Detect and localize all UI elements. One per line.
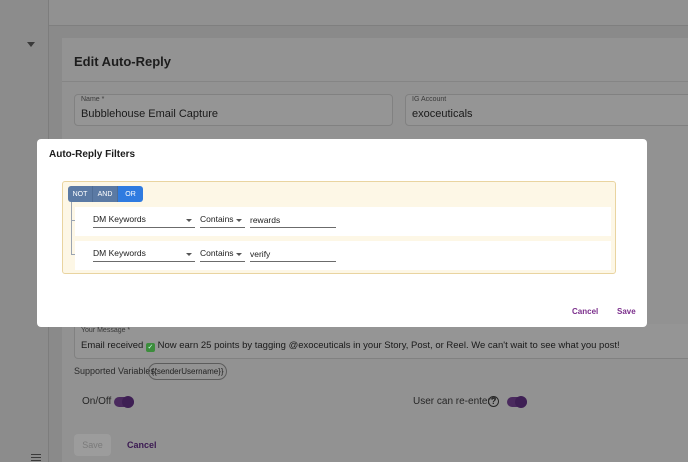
page-title: Edit Auto-Reply	[74, 54, 172, 69]
check-mark-icon: ✓	[145, 343, 155, 352]
rule-field-value: DM Keywords	[93, 214, 146, 224]
top-bar	[49, 0, 688, 26]
chevron-down-icon[interactable]	[27, 42, 35, 47]
save-button[interactable]: Save	[74, 434, 111, 456]
reenter-label: User can re-enter?	[413, 396, 497, 407]
logic-or-button[interactable]: OR	[118, 186, 143, 202]
logic-and-button[interactable]: AND	[93, 186, 118, 202]
rule-field-select[interactable]: DM Keywords	[93, 246, 195, 262]
filter-group: NOT AND OR DM Keywords Contains DM Keywo…	[62, 181, 616, 274]
rule-field-select[interactable]: DM Keywords	[93, 212, 195, 228]
help-icon[interactable]: ?	[488, 396, 499, 407]
on-off-toggle[interactable]	[114, 396, 134, 408]
on-off-label: On/Off	[82, 396, 112, 407]
ig-account-value: exoceuticals	[412, 108, 473, 120]
caret-down-icon	[186, 253, 192, 256]
dialog-save-button[interactable]: Save	[617, 307, 636, 316]
filter-rule-row: DM Keywords Contains	[75, 207, 611, 236]
message-field-label: Your Message *	[81, 327, 131, 334]
filter-rule-row: DM Keywords Contains	[75, 241, 611, 270]
caret-down-icon	[236, 253, 242, 256]
rule-operator-value: Contains	[200, 248, 234, 258]
reenter-toggle[interactable]	[507, 396, 527, 408]
name-field-value: Bubblehouse Email Capture	[81, 108, 218, 120]
name-field-label: Name *	[81, 96, 105, 103]
menu-icon[interactable]	[31, 454, 41, 462]
rule-operator-select[interactable]: Contains	[200, 212, 245, 228]
rule-value-input[interactable]	[250, 246, 336, 262]
cancel-button[interactable]: Cancel	[127, 440, 157, 450]
rule-field-value: DM Keywords	[93, 248, 146, 258]
supported-variables-label: Supported Variables:	[74, 366, 158, 376]
tree-connector	[71, 202, 72, 255]
logic-not-button[interactable]: NOT	[68, 186, 93, 202]
logic-operator-group: NOT AND OR	[68, 186, 143, 202]
caret-down-icon	[186, 219, 192, 222]
variable-chip-sender-username[interactable]: {{senderUsername}}	[148, 363, 227, 380]
dialog-cancel-button[interactable]: Cancel	[572, 307, 598, 316]
auto-reply-filters-dialog: Auto-Reply Filters NOT AND OR DM Keyword…	[37, 139, 647, 327]
rule-operator-value: Contains	[200, 214, 234, 224]
caret-down-icon	[236, 219, 242, 222]
dialog-title: Auto-Reply Filters	[49, 149, 136, 160]
rule-operator-select[interactable]: Contains	[200, 246, 245, 262]
message-field-value: Email received ✓ Now earn 25 points by t…	[81, 340, 620, 352]
rule-value-input[interactable]	[250, 212, 336, 228]
ig-account-label: IG Account	[412, 96, 447, 103]
